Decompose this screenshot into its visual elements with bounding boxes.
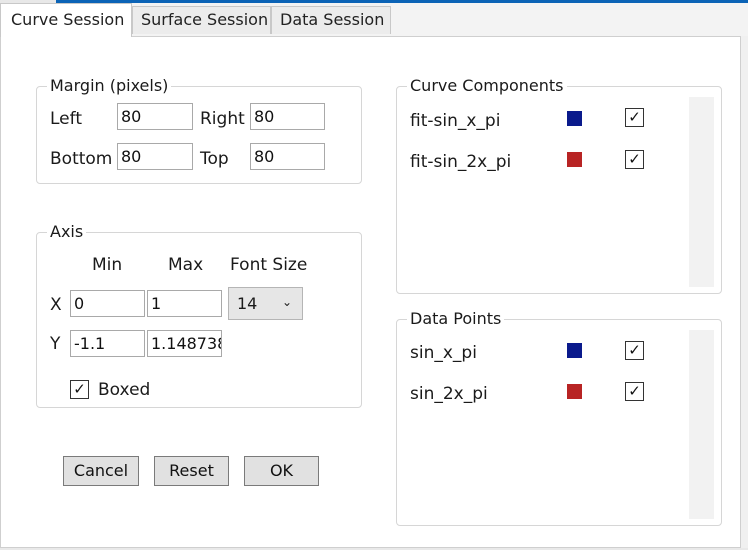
curve-components-title: Curve Components	[407, 76, 567, 96]
boxed-checkbox[interactable]: ✓	[70, 380, 89, 399]
margin-group-title: Margin (pixels)	[47, 76, 172, 96]
cancel-button[interactable]: Cancel	[63, 456, 139, 486]
chevron-down-icon: ⌄	[281, 295, 292, 309]
font-size-value: 14	[237, 294, 258, 313]
data-points-title: Data Points	[407, 309, 505, 329]
axis-x-label: X	[50, 295, 62, 315]
data-color-swatch[interactable]	[567, 343, 582, 358]
axis-x-min-input[interactable]: 0	[70, 290, 145, 317]
axis-max-header: Max	[168, 255, 204, 275]
window-right-edge	[741, 36, 748, 550]
tab-surface-session[interactable]: Surface Session	[132, 6, 271, 34]
data-visible-checkbox[interactable]: ✓	[625, 341, 644, 360]
axis-group-title: Axis	[47, 222, 87, 242]
tab-data-session[interactable]: Data Session	[271, 6, 391, 34]
curve-visible-checkbox[interactable]: ✓	[625, 150, 644, 169]
curve-visible-checkbox[interactable]: ✓	[625, 108, 644, 127]
curve-color-swatch[interactable]	[567, 111, 582, 126]
curve-components-scrollbar[interactable]	[689, 97, 714, 287]
curve-item-label: fit-sin_x_pi	[410, 111, 501, 131]
ok-button[interactable]: OK	[244, 456, 319, 486]
data-points-scrollbar[interactable]	[689, 330, 714, 519]
font-size-select[interactable]: 14 ⌄	[228, 287, 303, 320]
axis-y-max-input[interactable]: 1.148738	[147, 330, 222, 357]
margin-bottom-label: Bottom	[50, 149, 113, 169]
axis-x-max-input[interactable]: 1	[147, 290, 222, 317]
axis-font-size-header: Font Size	[230, 255, 308, 275]
margin-top-label: Top	[200, 149, 229, 169]
margin-left-input[interactable]: 80	[117, 103, 193, 130]
curve-item-label: fit-sin_2x_pi	[410, 152, 512, 172]
curve-color-swatch[interactable]	[567, 152, 582, 167]
data-color-swatch[interactable]	[567, 384, 582, 399]
data-visible-checkbox[interactable]: ✓	[625, 382, 644, 401]
axis-y-label: Y	[50, 334, 61, 354]
data-item-label: sin_x_pi	[410, 343, 477, 363]
margin-bottom-input[interactable]: 80	[117, 143, 193, 170]
tab-curve-session[interactable]: Curve Session	[0, 3, 132, 37]
margin-right-label: Right	[200, 109, 245, 129]
axis-min-header: Min	[92, 255, 123, 275]
axis-y-min-input[interactable]: -1.1	[70, 330, 145, 357]
reset-button[interactable]: Reset	[154, 456, 229, 486]
margin-top-input[interactable]: 80	[250, 143, 325, 170]
data-item-label: sin_2x_pi	[410, 384, 488, 404]
margin-left-label: Left	[50, 109, 82, 129]
margin-right-input[interactable]: 80	[250, 103, 325, 130]
boxed-label: Boxed	[98, 380, 151, 400]
